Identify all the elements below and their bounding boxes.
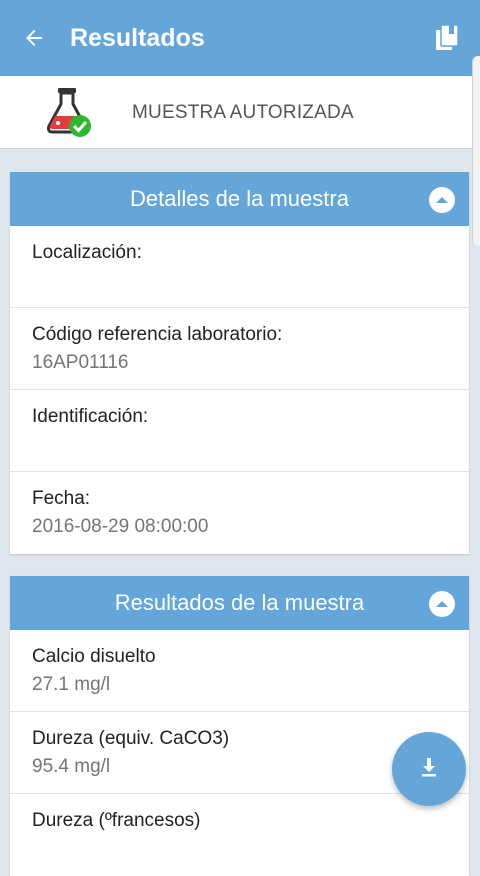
- details-card-title: Detalles de la muestra: [130, 186, 349, 211]
- download-icon: [417, 755, 441, 784]
- details-card: Detalles de la muestra Localización: Cód…: [10, 172, 469, 554]
- detail-row-codigo: Código referencia laboratorio: 16AP01116: [10, 308, 469, 390]
- page-title: Resultados: [70, 24, 205, 52]
- detail-label: Código referencia laboratorio:: [32, 324, 283, 345]
- detail-label: Identificación:: [32, 406, 149, 427]
- result-row-calcio: Calcio disuelto 27.1 mg/l: [10, 630, 469, 712]
- arrow-left-icon[interactable]: [18, 22, 50, 54]
- book-icon[interactable]: [432, 22, 462, 54]
- flask-check-icon: [44, 86, 94, 138]
- result-label: Dureza (ºfrancesos): [32, 810, 201, 831]
- detail-row-fecha: Fecha: 2016-08-29 08:00:00: [10, 472, 469, 554]
- chevron-up-icon[interactable]: [429, 591, 455, 617]
- chevron-up-icon[interactable]: [429, 187, 455, 213]
- result-label: Calcio disuelto: [32, 646, 156, 667]
- results-card-header[interactable]: Resultados de la muestra: [10, 576, 469, 630]
- details-card-header[interactable]: Detalles de la muestra: [10, 172, 469, 226]
- detail-label: Localización:: [32, 242, 142, 263]
- status-bar: MUESTRA AUTORIZADA: [0, 76, 472, 149]
- result-row-dureza-francesos: Dureza (ºfrancesos): [10, 794, 469, 876]
- detail-row-localizacion: Localización:: [10, 226, 469, 308]
- detail-row-identificacion: Identificación:: [10, 390, 469, 472]
- drawer-edge[interactable]: [472, 56, 480, 246]
- app-bar: Resultados: [0, 0, 480, 76]
- download-button[interactable]: [392, 732, 466, 806]
- status-label: MUESTRA AUTORIZADA: [132, 102, 354, 123]
- detail-value: 2016-08-29 08:00:00: [32, 516, 209, 537]
- results-card: Resultados de la muestra Calcio disuelto…: [10, 576, 469, 876]
- result-value: 27.1 mg/l: [32, 674, 111, 695]
- results-card-title: Resultados de la muestra: [114, 590, 365, 615]
- detail-label: Fecha:: [32, 488, 91, 509]
- detail-value: 16AP01116: [32, 352, 129, 373]
